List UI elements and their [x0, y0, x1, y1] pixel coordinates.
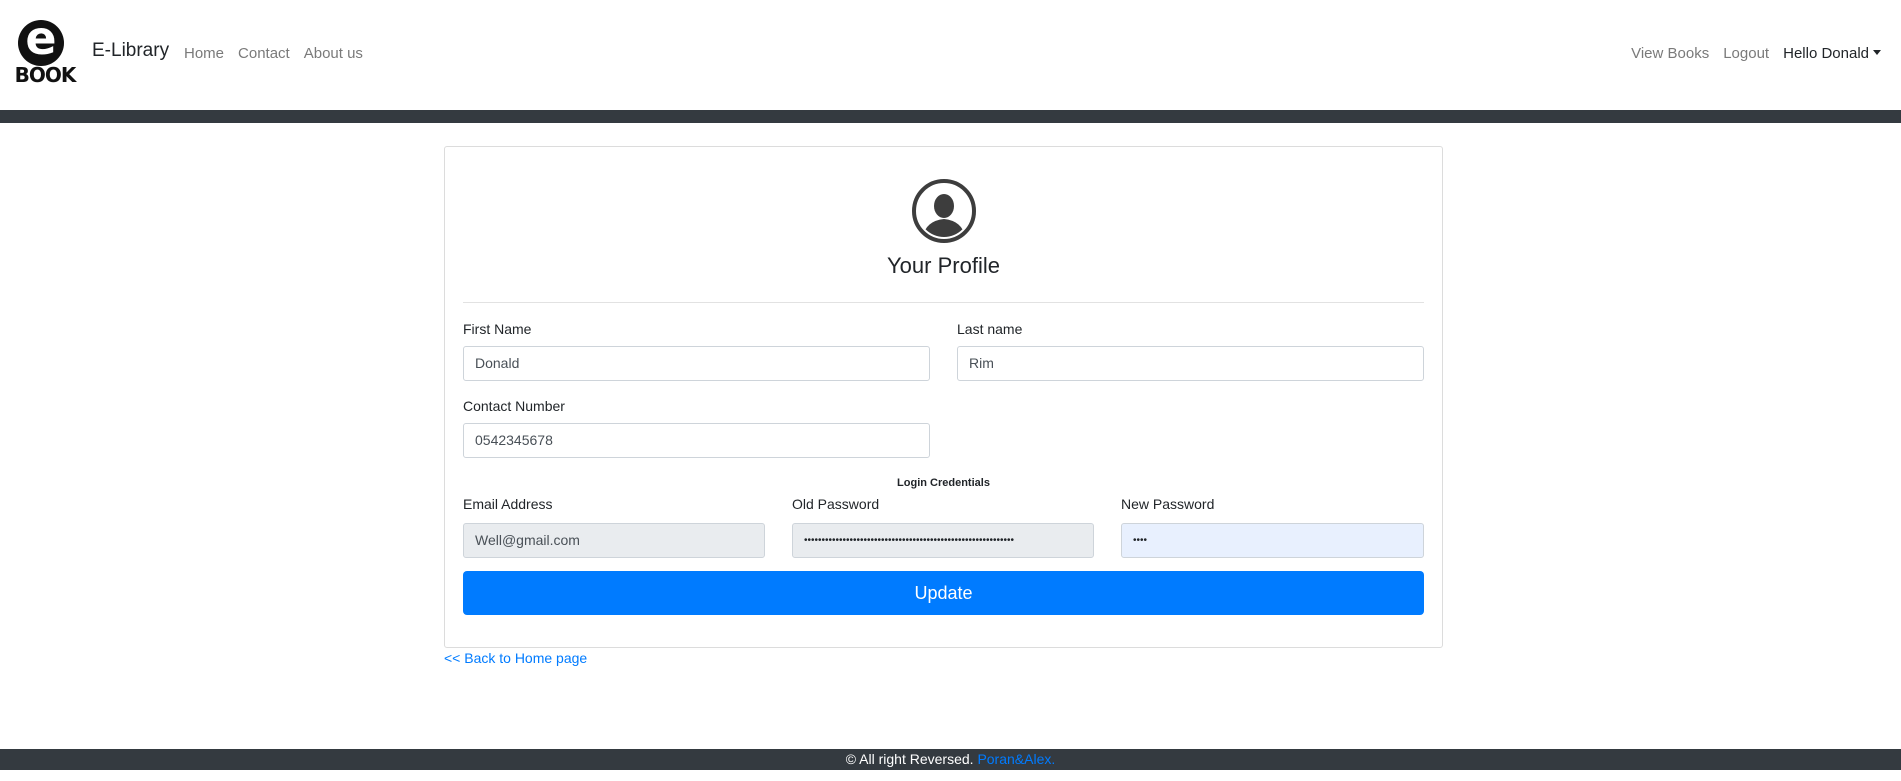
logo-word: BOOK: [14, 63, 77, 87]
login-credentials-heading: Login Credentials: [897, 477, 990, 489]
nav-home-link[interactable]: Home: [184, 45, 224, 62]
ebook-logo[interactable]: e BOOK: [14, 15, 77, 87]
nav-right: View Books Logout Hello Donald: [1617, 45, 1881, 62]
old-password-label: Old Password: [792, 496, 880, 512]
footer: © All right Reversed. Poran&Alex.: [0, 749, 1901, 770]
title-divider: [463, 302, 1424, 303]
email-field[interactable]: Well@gmail.com: [463, 523, 765, 558]
update-button[interactable]: Update: [463, 571, 1424, 615]
last-name-label: Last name: [957, 321, 1023, 337]
contact-number-input[interactable]: 0542345678: [463, 423, 930, 458]
logo-letter: e: [25, 11, 57, 65]
first-name-input[interactable]: Donald: [463, 346, 930, 381]
nav-contact-link[interactable]: Contact: [238, 45, 290, 62]
back-to-home-link[interactable]: << Back to Home page: [444, 650, 587, 666]
footer-text: © All right Reversed.: [845, 751, 974, 767]
nav-about-link[interactable]: About us: [304, 45, 363, 62]
nav-view-books-link[interactable]: View Books: [1631, 45, 1709, 62]
first-name-label: First Name: [463, 321, 532, 337]
navbar: e BOOK E-Library Home Contact About us V…: [0, 0, 1901, 110]
user-menu-dropdown[interactable]: Hello Donald: [1783, 45, 1881, 62]
contact-number-label: Contact Number: [463, 398, 565, 414]
profile-card: Your Profile First Name Donald Last name…: [444, 146, 1443, 648]
old-password-field[interactable]: ••••••••••••••••••••••••••••••••••••••••…: [792, 523, 1094, 558]
nav-left: Home Contact About us: [184, 45, 377, 62]
page-title: Your Profile: [887, 253, 1000, 278]
header-divider-bar: [0, 110, 1901, 123]
brand-name[interactable]: E-Library: [92, 40, 169, 62]
user-avatar-icon: [912, 179, 976, 243]
nav-logout-link[interactable]: Logout: [1723, 45, 1769, 62]
new-password-field[interactable]: ••••: [1121, 523, 1424, 558]
footer-credit-link[interactable]: Poran&Alex.: [977, 751, 1055, 767]
caret-down-icon: [1873, 50, 1881, 55]
new-password-label: New Password: [1121, 496, 1215, 512]
last-name-input[interactable]: Rim: [957, 346, 1424, 381]
user-menu-label: Hello Donald: [1783, 45, 1869, 62]
email-label: Email Address: [463, 496, 553, 512]
